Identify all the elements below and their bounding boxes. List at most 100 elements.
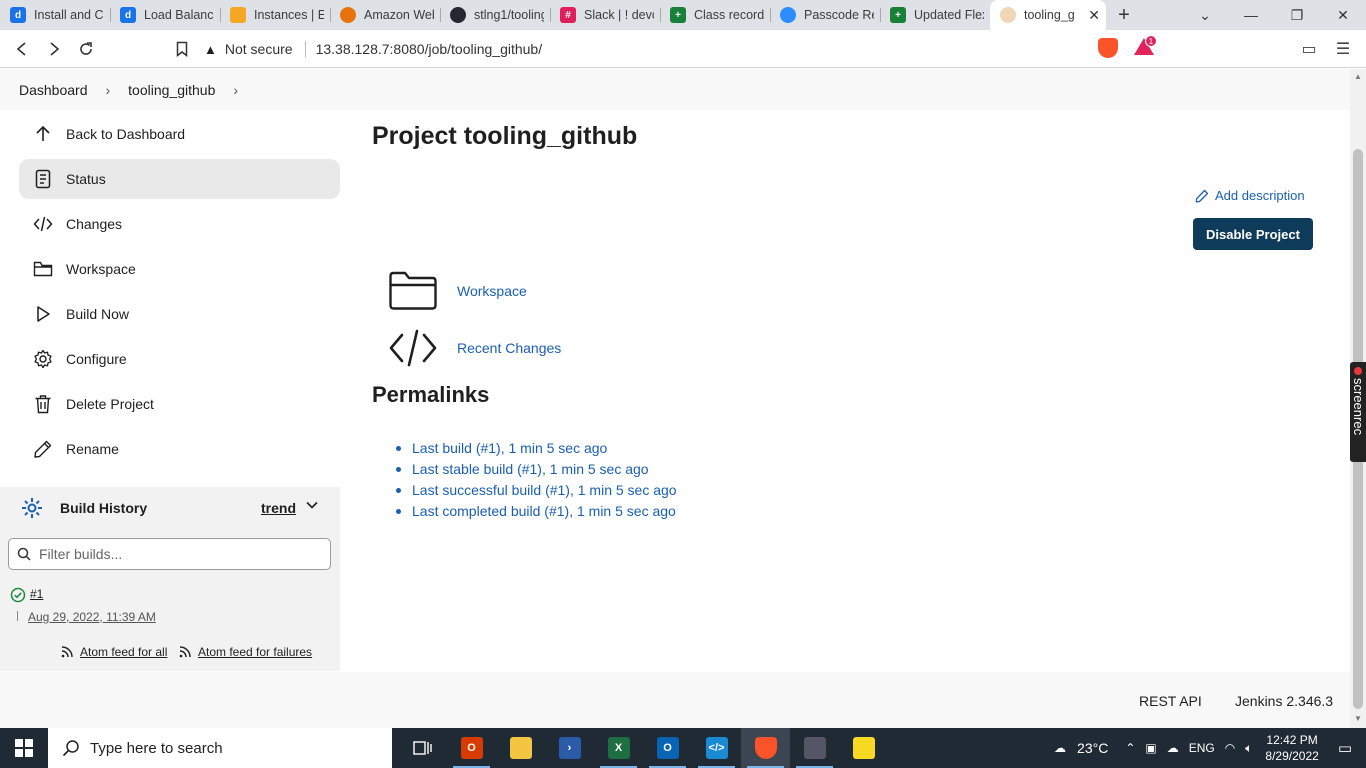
back-icon[interactable] — [6, 33, 38, 65]
browser-tab[interactable]: d Load Balancer — [110, 0, 220, 30]
temperature-label[interactable]: 23°C — [1077, 740, 1108, 756]
page-title: Project tooling_github — [372, 122, 638, 150]
sidebar-item-label: Status — [66, 171, 106, 187]
breadcrumb-dashboard[interactable]: Dashboard — [19, 82, 88, 98]
bookmark-icon[interactable] — [166, 33, 198, 65]
google-docs-icon: d — [120, 7, 136, 23]
breadcrumb-project[interactable]: tooling_github — [128, 82, 215, 98]
weather-icon[interactable]: ☁ — [1054, 741, 1066, 755]
menu-icon[interactable]: ☰ — [1332, 38, 1354, 60]
sidebar-item-status[interactable]: Status — [19, 159, 340, 199]
taskbar-search[interactable]: Type here to search — [48, 728, 392, 768]
sidebar-item-configure[interactable]: Configure — [19, 339, 340, 379]
jenkins-icon — [1000, 7, 1016, 23]
build-number-link[interactable]: #1 — [30, 587, 43, 601]
chevron-down-icon[interactable] — [305, 498, 319, 512]
restore-icon[interactable]: ❐ — [1274, 0, 1320, 30]
browser-tab[interactable]: Instances | EC — [220, 0, 330, 30]
notifications-icon[interactable]: ▭ — [1338, 739, 1352, 757]
sidebar-item-workspace[interactable]: Workspace — [19, 249, 340, 289]
browser-tab[interactable]: + Updated Flex — [880, 0, 990, 30]
sidebar-item-back-to-dashboard[interactable]: Back to Dashboard — [19, 114, 340, 154]
atom-feed-all-link[interactable]: Atom feed for all — [60, 645, 167, 659]
scroll-up-icon[interactable]: ▲ — [1354, 72, 1362, 81]
atom-feed-failures-link[interactable]: Atom feed for failures — [178, 645, 312, 659]
tab-title: Class recording — [694, 8, 764, 22]
permalink-last-build[interactable]: Last build (#1), 1 min 5 sec ago — [396, 438, 677, 459]
permalink-last-successful-build[interactable]: Last successful build (#1), 1 min 5 sec … — [396, 480, 677, 501]
build-row[interactable]: #1 Aug 29, 2022, 11:39 AM — [0, 578, 340, 633]
build-history-icon — [22, 497, 42, 518]
browser-tab-active[interactable]: tooling_g ✕ — [990, 0, 1106, 30]
snipping-tool-icon[interactable] — [790, 728, 839, 768]
disable-project-button[interactable]: Disable Project — [1193, 218, 1313, 250]
vscode-icon[interactable]: </> — [692, 728, 741, 768]
sidebar-item-label: Changes — [66, 216, 123, 232]
permalink-last-stable-build[interactable]: Last stable build (#1), 1 min 5 sec ago — [396, 459, 677, 480]
sidebar-item-changes[interactable]: Changes — [19, 204, 340, 244]
zoom-icon — [780, 7, 796, 23]
google-docs-icon: d — [10, 7, 26, 23]
atom-feeds: Atom feed for all Atom feed for failures — [0, 633, 340, 671]
volume-icon[interactable]: 🔈︎ — [1245, 741, 1252, 756]
build-date-link[interactable]: Aug 29, 2022, 11:39 AM — [28, 610, 156, 624]
outlook-icon[interactable]: O — [643, 728, 692, 768]
brave-rewards-icon[interactable]: 1 — [1134, 35, 1157, 58]
office-app-icon[interactable]: O — [447, 728, 496, 768]
chevron-up-icon[interactable]: ⌃ — [1125, 741, 1135, 755]
minimize-icon[interactable]: — — [1228, 0, 1274, 30]
chevron-right-icon[interactable]: › — [233, 82, 238, 98]
sidebar-item-label: Delete Project — [66, 396, 154, 412]
wallet-icon[interactable]: ▭ — [1298, 38, 1320, 60]
onedrive-icon[interactable]: ☁ — [1167, 741, 1179, 755]
divider — [17, 611, 18, 621]
windows-start-icon[interactable] — [0, 728, 48, 768]
record-icon — [1354, 367, 1362, 375]
sidebar-item-delete-project[interactable]: Delete Project — [19, 384, 340, 424]
address-bar[interactable]: ▲ Not secure 13.38.128.7:8080/job/toolin… — [204, 34, 1090, 64]
github-icon — [450, 7, 466, 23]
recent-changes-link[interactable]: Recent Changes — [388, 327, 561, 369]
success-check-icon — [10, 587, 26, 603]
meet-now-icon[interactable]: ▣ — [1145, 741, 1156, 755]
brave-shields-icon[interactable] — [1098, 38, 1118, 58]
close-tab-icon[interactable]: ✕ — [1088, 7, 1100, 24]
file-explorer-icon[interactable] — [496, 728, 545, 768]
url-text: 13.38.128.7:8080/job/tooling_github/ — [315, 41, 543, 57]
sticky-notes-icon[interactable] — [839, 728, 888, 768]
tab-title: tooling_g — [1024, 8, 1075, 22]
browser-tab[interactable]: Passcode Req — [770, 0, 880, 30]
input-language-icon[interactable]: ENG — [1189, 741, 1215, 755]
browser-tab[interactable]: d Install and Co — [0, 0, 110, 30]
trend-link[interactable]: trend — [261, 500, 296, 516]
sidebar-item-build-now[interactable]: Build Now — [19, 294, 340, 334]
task-view-icon[interactable] — [398, 728, 447, 768]
pencil-icon — [32, 438, 54, 460]
forward-icon[interactable] — [38, 33, 70, 65]
close-window-icon[interactable]: ✕ — [1320, 0, 1366, 30]
browser-tab[interactable]: Amazon Web — [330, 0, 440, 30]
new-tab-icon[interactable]: + — [1106, 0, 1142, 30]
browser-toolbar: ▲ Not secure 13.38.128.7:8080/job/toolin… — [0, 30, 1366, 68]
excel-icon[interactable]: X — [594, 728, 643, 768]
brave-browser-icon[interactable] — [741, 728, 790, 768]
clock[interactable]: 12:42 PM 8/29/2022 — [1265, 732, 1318, 764]
screenrec-overlay[interactable]: screenrec — [1350, 362, 1366, 462]
reload-icon[interactable] — [70, 33, 102, 65]
wifi-icon[interactable]: ◠ — [1225, 741, 1235, 755]
scroll-down-icon[interactable]: ▼ — [1354, 714, 1362, 723]
browser-tab[interactable]: stlng1/tooling — [440, 0, 550, 30]
permalink-last-completed-build[interactable]: Last completed build (#1), 1 min 5 sec a… — [396, 501, 677, 522]
powershell-icon[interactable]: › — [545, 728, 594, 768]
chevron-right-icon: › — [105, 81, 111, 98]
browser-tab[interactable]: # Slack | ! devo — [550, 0, 660, 30]
add-description-link[interactable]: Add description — [1195, 188, 1305, 203]
browser-tab[interactable]: + Class recording — [660, 0, 770, 30]
filter-builds-input[interactable] — [39, 546, 319, 562]
jenkins-version-link[interactable]: Jenkins 2.346.3 — [1235, 693, 1333, 709]
gear-icon — [32, 348, 54, 370]
workspace-link[interactable]: Workspace — [388, 270, 527, 312]
rest-api-link[interactable]: REST API — [1139, 693, 1202, 709]
sidebar-item-rename[interactable]: Rename — [19, 429, 340, 469]
tab-search-icon[interactable]: ⌄ — [1182, 0, 1228, 30]
